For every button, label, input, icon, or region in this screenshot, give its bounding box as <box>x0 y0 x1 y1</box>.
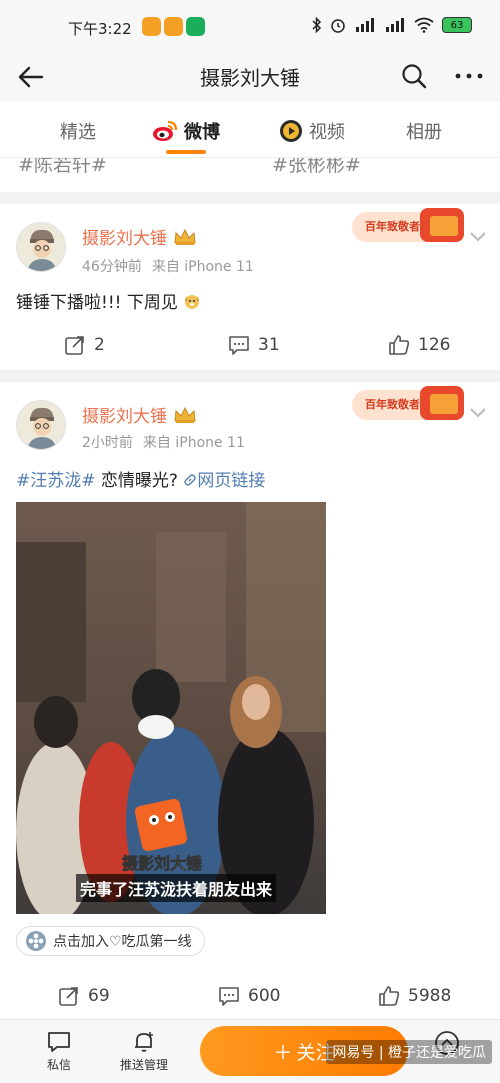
photo-caption: 完事了汪苏泷扶着朋友出来 <box>76 874 277 902</box>
avatar[interactable] <box>16 222 66 272</box>
wifi-icon <box>414 17 434 33</box>
chevron-down-icon[interactable] <box>468 406 488 420</box>
more-icon[interactable] <box>452 62 486 90</box>
push-settings-button[interactable]: 推送管理 <box>120 1030 168 1073</box>
tab-video[interactable]: 视频 <box>279 118 345 144</box>
link-icon <box>184 474 197 486</box>
tab-label: 微博 <box>184 122 220 143</box>
battery-icon: 63 <box>442 17 472 33</box>
comment-count: 600 <box>248 986 281 1006</box>
post-text-content: 恋情曝光? <box>95 471 178 491</box>
status-indicators: 63 <box>312 17 472 33</box>
post-photo[interactable]: 摄影刘大锤 完事了汪苏泷扶着朋友出来 <box>16 502 326 914</box>
avatar-illustration <box>17 223 65 271</box>
flower-icon <box>26 931 46 951</box>
profile-tabs: 精选 微博 视频 相册 <box>0 102 500 158</box>
post-card: 摄影刘大锤 46分钟前 来自 iPhone 11 百年致敬者 锤锤下播啦!!! 下… <box>0 204 500 370</box>
bell-add-icon <box>135 1032 153 1052</box>
topic-tag[interactable]: #陈若轩# <box>18 158 107 177</box>
badge-text: 百年致敬者 <box>365 220 420 233</box>
repost-icon <box>65 336 84 355</box>
tab-featured[interactable]: 精选 <box>60 118 96 144</box>
avatar-illustration <box>17 401 65 449</box>
like-button[interactable]: 126 <box>388 334 450 356</box>
post-source: 来自 iPhone 11 <box>142 435 245 451</box>
tab-label: 视频 <box>309 122 345 143</box>
post-actions: 69 600 5988 <box>0 977 500 1017</box>
post-source: 来自 iPhone 11 <box>151 259 254 275</box>
signal-icon <box>386 18 404 32</box>
like-icon <box>389 335 410 355</box>
search-icon[interactable] <box>400 62 428 90</box>
post-time: 2小时前 <box>82 435 133 451</box>
notification-app-icon <box>186 17 205 36</box>
author-name-text: 摄影刘大锤 <box>82 407 167 427</box>
active-tab-indicator <box>166 150 206 154</box>
photo-watermark: 摄影刘大锤 <box>122 854 203 874</box>
like-count: 126 <box>418 335 451 355</box>
signal-icon <box>356 18 374 32</box>
repost-button[interactable]: 69 <box>58 985 110 1007</box>
push-label: 推送管理 <box>120 1058 169 1072</box>
crown-icon <box>174 228 196 245</box>
plus-icon: ＋ <box>273 1041 293 1064</box>
topic-link[interactable]: #汪苏泷# <box>16 471 96 491</box>
author-name[interactable]: 摄影刘大锤 <box>82 402 197 427</box>
tab-weibo[interactable]: 微博 <box>152 118 220 144</box>
author-name-text: 摄影刘大锤 <box>82 229 167 249</box>
top-nav-bar: 摄影刘大锤 <box>0 52 500 102</box>
repost-icon <box>59 987 78 1006</box>
post-text-content: 锤锤下播啦!!! 下周见 <box>16 293 178 313</box>
comment-icon <box>229 336 249 355</box>
author-name[interactable]: 摄影刘大锤 <box>82 224 197 249</box>
post-time: 46分钟前 <box>82 259 142 275</box>
alarm-icon <box>331 19 345 33</box>
status-bar: 下午3:22 63 <box>0 0 500 52</box>
tab-label: 相册 <box>406 122 442 143</box>
repost-count: 2 <box>94 335 105 355</box>
bluetooth-icon <box>312 17 322 33</box>
notification-app-icon <box>142 17 161 36</box>
tab-label: 精选 <box>60 122 96 143</box>
chip-text: 点击加入♡吃瓜第一线 <box>53 934 192 950</box>
dog-emoji-icon <box>185 295 200 309</box>
badge-text: 百年致敬者 <box>365 398 420 411</box>
comment-button[interactable]: 31 <box>228 334 280 356</box>
previous-post-remnant: #陈若轩# #张彬彬# <box>0 158 500 192</box>
comment-count: 31 <box>258 335 280 355</box>
status-time: 下午3:22 <box>68 20 132 38</box>
message-label: 私信 <box>46 1058 71 1072</box>
web-link[interactable]: 网页链接 <box>183 471 265 491</box>
web-link-text: 网页链接 <box>197 471 266 491</box>
like-button[interactable]: 5988 <box>378 985 451 1007</box>
video-icon <box>280 120 302 142</box>
tab-album[interactable]: 相册 <box>406 118 442 144</box>
supertopic-chip[interactable]: 点击加入♡吃瓜第一线 <box>16 926 205 956</box>
post-card: 摄影刘大锤 2小时前 来自 iPhone 11 百年致敬者 #汪苏泷# 恋情曝光?… <box>0 382 500 1019</box>
topic-tag[interactable]: #张彬彬# <box>272 158 361 177</box>
post-text: #汪苏泷# 恋情曝光? 网页链接 <box>16 466 265 491</box>
notification-app-icon <box>164 17 183 36</box>
crown-icon <box>174 406 196 423</box>
like-icon <box>379 986 400 1006</box>
overlay-watermark: 网易号 | 橙子还是爱吃瓜 <box>326 1040 492 1064</box>
like-count: 5988 <box>408 986 452 1006</box>
comment-icon <box>219 987 239 1006</box>
message-icon <box>48 1032 70 1052</box>
repost-button[interactable]: 2 <box>64 334 105 356</box>
post-meta: 2小时前 来自 iPhone 11 <box>82 432 245 452</box>
message-button[interactable]: 私信 <box>46 1030 72 1073</box>
weibo-logo-icon <box>153 120 178 141</box>
chevron-down-icon[interactable] <box>468 230 488 244</box>
repost-count: 69 <box>88 986 110 1006</box>
post-actions: 2 31 126 <box>0 326 500 366</box>
avatar[interactable] <box>16 400 66 450</box>
comment-button[interactable]: 600 <box>218 985 280 1007</box>
post-text: 锤锤下播啦!!! 下周见 <box>16 288 201 313</box>
post-meta: 46分钟前 来自 iPhone 11 <box>82 256 254 276</box>
